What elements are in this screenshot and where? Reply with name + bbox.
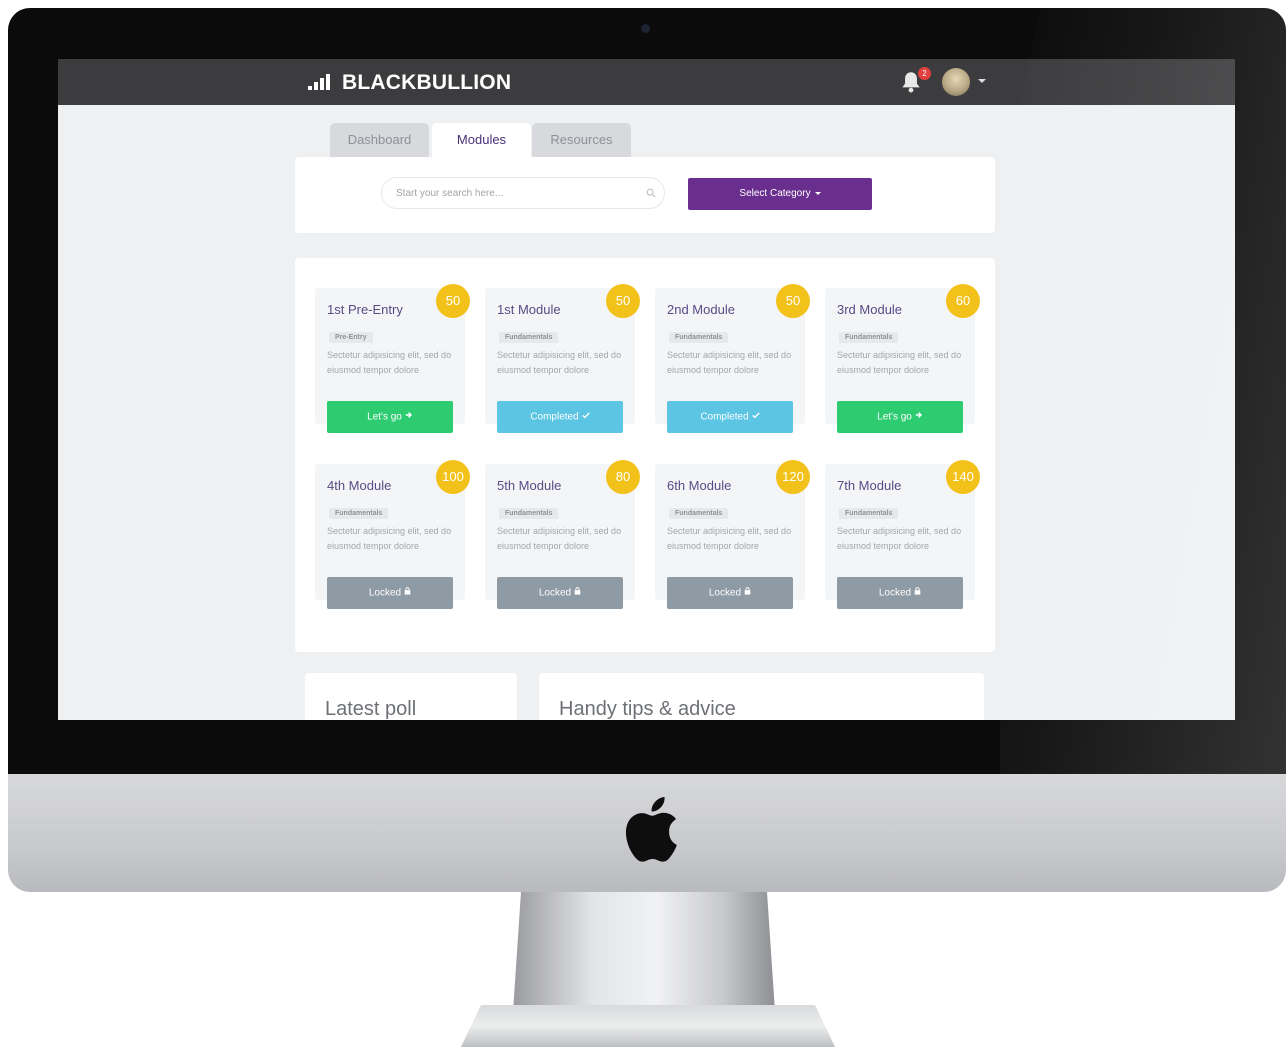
select-category-button[interactable]: Select Category [688, 178, 872, 210]
points-badge: 60 [946, 284, 980, 318]
points-badge: 120 [776, 460, 810, 494]
module-category-tag: Fundamentals [499, 508, 559, 519]
module-category-tag: Fundamentals [839, 332, 899, 343]
search-input[interactable] [381, 177, 665, 209]
points-badge: 50 [436, 284, 470, 318]
avatar[interactable] [942, 68, 970, 96]
search-icon[interactable] [646, 188, 656, 198]
screen: BLACKBULLION 2 Dashboard Modules Resourc… [58, 59, 1235, 720]
app-name: BLACKBULLION [342, 71, 512, 94]
module-action-button[interactable]: Locked [327, 577, 453, 609]
module-action-button[interactable]: Let's go [327, 401, 453, 433]
monitor-stand-base [461, 1005, 835, 1047]
arrow-right-icon [915, 401, 923, 433]
select-category-label: Select Category [739, 188, 811, 199]
tips-panel: Handy tips & advice [539, 673, 984, 720]
module-action-label: Locked [368, 587, 402, 599]
latest-poll-panel: Latest poll [305, 673, 517, 720]
module-title: 1st Pre-Entry [327, 302, 403, 317]
points-badge: 140 [946, 460, 980, 494]
module-action-label: Completed [530, 411, 579, 423]
module-title: 6th Module [667, 478, 732, 493]
module-description: Sectetur adipisicing elit, sed do eiusmo… [667, 350, 792, 375]
check-icon [751, 401, 760, 433]
module-action-button[interactable]: Completed [667, 401, 793, 433]
module-action-label: Let's go [877, 411, 912, 423]
module-title: 4th Module [327, 478, 392, 493]
lock-icon [404, 577, 411, 609]
module-action-label: Locked [878, 587, 912, 599]
arrow-right-icon [405, 401, 413, 433]
module-title: 2nd Module [667, 302, 735, 317]
points-badge: 80 [606, 460, 640, 494]
module-category-tag: Fundamentals [669, 332, 729, 343]
lock-icon [744, 577, 751, 609]
monitor-stand-neck [513, 892, 775, 1012]
module-title: 3rd Module [837, 302, 903, 317]
module-category-tag: Fundamentals [499, 332, 559, 343]
module-category-tag: Fundamentals [839, 508, 899, 519]
module-description: Sectetur adipisicing elit, sed do eiusmo… [497, 350, 622, 375]
search-panel: Select Category [295, 157, 995, 233]
module-action-label: Completed [700, 411, 749, 423]
module-action-label: Locked [708, 587, 742, 599]
chevron-down-icon[interactable] [978, 79, 986, 83]
apple-logo-icon [625, 796, 677, 862]
module-description: Sectetur adipisicing elit, sed do eiusmo… [497, 526, 622, 551]
module-action-label: Let's go [367, 411, 402, 423]
check-icon [581, 401, 590, 433]
caret-down-icon [814, 191, 821, 195]
tab-dashboard[interactable]: Dashboard [330, 123, 429, 157]
notification-badge: 2 [918, 67, 931, 80]
tab-modules[interactable]: Modules [432, 123, 531, 157]
modules-panel: 1st Pre-Entry Pre-Entry Sectetur adipisici… [295, 258, 995, 652]
logo-bars-icon [308, 74, 336, 92]
points-badge: 100 [436, 460, 470, 494]
points-badge: 50 [776, 284, 810, 318]
module-category-tag: Fundamentals [329, 508, 389, 519]
module-category-tag: Pre-Entry [329, 332, 373, 343]
module-action-label: Locked [538, 587, 572, 599]
top-navbar: BLACKBULLION 2 [58, 59, 1235, 105]
module-action-button[interactable]: Locked [667, 577, 793, 609]
module-title: 1st Module [497, 302, 561, 317]
module-description: Sectetur adipisicing elit, sed do eiusmo… [837, 350, 962, 375]
module-action-button[interactable]: Locked [497, 577, 623, 609]
module-title: 7th Module [837, 478, 902, 493]
points-badge: 50 [606, 284, 640, 318]
module-description: Sectetur adipisicing elit, sed do eiusmo… [837, 526, 962, 551]
module-description: Sectetur adipisicing elit, sed do eiusmo… [667, 526, 792, 551]
module-action-button[interactable]: Locked [837, 577, 963, 609]
poll-title: Latest poll [325, 698, 417, 720]
module-title: 5th Module [497, 478, 562, 493]
module-action-button[interactable]: Let's go [837, 401, 963, 433]
module-category-tag: Fundamentals [669, 508, 729, 519]
lock-icon [914, 577, 921, 609]
module-description: Sectetur adipisicing elit, sed do eiusmo… [327, 350, 452, 375]
lock-icon [574, 577, 581, 609]
camera-icon [641, 24, 650, 33]
monitor-chin [8, 774, 1286, 892]
module-action-button[interactable]: Completed [497, 401, 623, 433]
logo[interactable]: BLACKBULLION [308, 71, 511, 95]
tips-title: Handy tips & advice [559, 698, 736, 720]
tab-resources[interactable]: Resources [532, 123, 631, 157]
module-description: Sectetur adipisicing elit, sed do eiusmo… [327, 526, 452, 551]
